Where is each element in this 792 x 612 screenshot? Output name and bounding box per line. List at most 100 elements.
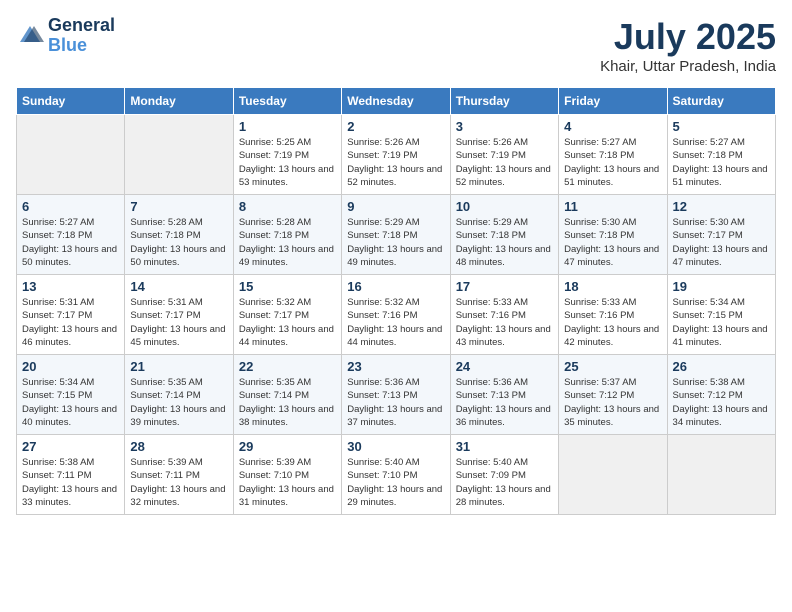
- day-info: Sunrise: 5:38 AMSunset: 7:12 PMDaylight:…: [673, 376, 770, 429]
- logo-line1: General: [48, 16, 115, 36]
- calendar-cell: 24 Sunrise: 5:36 AMSunset: 7:13 PMDayligh…: [450, 355, 558, 435]
- day-info: Sunrise: 5:34 AMSunset: 7:15 PMDaylight:…: [22, 376, 119, 429]
- day-number: 26: [673, 359, 770, 374]
- day-info: Sunrise: 5:35 AMSunset: 7:14 PMDaylight:…: [239, 376, 336, 429]
- calendar-cell: [559, 435, 667, 515]
- day-info: Sunrise: 5:28 AMSunset: 7:18 PMDaylight:…: [130, 216, 227, 269]
- calendar-cell: 23 Sunrise: 5:36 AMSunset: 7:13 PMDayligh…: [342, 355, 450, 435]
- weekday-header: Friday: [559, 88, 667, 115]
- calendar-cell: 2Sunrise: 5:26 AMSunset: 7:19 PMDaylight…: [342, 115, 450, 195]
- calendar-cell: 26 Sunrise: 5:38 AMSunset: 7:12 PMDayligh…: [667, 355, 775, 435]
- calendar-cell: 18 Sunrise: 5:33 AMSunset: 7:16 PMDayligh…: [559, 275, 667, 355]
- calendar-cell: 14 Sunrise: 5:31 AMSunset: 7:17 PMDayligh…: [125, 275, 233, 355]
- calendar-cell: 30 Sunrise: 5:40 AMSunset: 7:10 PMDayligh…: [342, 435, 450, 515]
- month-title: July 2025: [600, 16, 776, 58]
- calendar-cell: 29 Sunrise: 5:39 AMSunset: 7:10 PMDayligh…: [233, 435, 341, 515]
- day-info: Sunrise: 5:40 AMSunset: 7:10 PMDaylight:…: [347, 456, 444, 509]
- calendar-cell: 27 Sunrise: 5:38 AMSunset: 7:11 PMDayligh…: [17, 435, 125, 515]
- calendar-week-row: 13 Sunrise: 5:31 AMSunset: 7:17 PMDayligh…: [17, 275, 776, 355]
- day-number: 14: [130, 279, 227, 294]
- calendar-cell: 4 Sunrise: 5:27 AMSunset: 7:18 PMDaylight…: [559, 115, 667, 195]
- day-info: Sunrise: 5:34 AMSunset: 7:15 PMDaylight:…: [673, 296, 770, 349]
- calendar-cell: 20Sunrise: 5:34 AMSunset: 7:15 PMDayligh…: [17, 355, 125, 435]
- calendar-cell: 1 Sunrise: 5:25 AMSunset: 7:19 PMDaylight…: [233, 115, 341, 195]
- day-info: Sunrise: 5:30 AMSunset: 7:17 PMDaylight:…: [673, 216, 770, 269]
- day-number: 9: [347, 199, 444, 214]
- day-info: Sunrise: 5:33 AMSunset: 7:16 PMDaylight:…: [456, 296, 553, 349]
- day-info: Sunrise: 5:39 AMSunset: 7:11 PMDaylight:…: [130, 456, 227, 509]
- day-info: Sunrise: 5:28 AMSunset: 7:18 PMDaylight:…: [239, 216, 336, 269]
- calendar-cell: 31 Sunrise: 5:40 AMSunset: 7:09 PMDayligh…: [450, 435, 558, 515]
- day-info: Sunrise: 5:29 AMSunset: 7:18 PMDaylight:…: [456, 216, 553, 269]
- day-info: Sunrise: 5:36 AMSunset: 7:13 PMDaylight:…: [456, 376, 553, 429]
- calendar-week-row: 20Sunrise: 5:34 AMSunset: 7:15 PMDayligh…: [17, 355, 776, 435]
- day-info: Sunrise: 5:39 AMSunset: 7:10 PMDaylight:…: [239, 456, 336, 509]
- calendar-cell: 13 Sunrise: 5:31 AMSunset: 7:17 PMDayligh…: [17, 275, 125, 355]
- day-number: 25: [564, 359, 661, 374]
- calendar-table: SundayMondayTuesdayWednesdayThursdayFrid…: [16, 87, 776, 515]
- day-number: 22: [239, 359, 336, 374]
- day-info: Sunrise: 5:33 AMSunset: 7:16 PMDaylight:…: [564, 296, 661, 349]
- calendar-cell: 17 Sunrise: 5:33 AMSunset: 7:16 PMDayligh…: [450, 275, 558, 355]
- day-number: 2: [347, 119, 444, 134]
- weekday-header: Tuesday: [233, 88, 341, 115]
- calendar-cell: 11 Sunrise: 5:30 AMSunset: 7:18 PMDayligh…: [559, 195, 667, 275]
- location: Khair, Uttar Pradesh, India: [600, 58, 776, 75]
- weekday-header-row: SundayMondayTuesdayWednesdayThursdayFrid…: [17, 88, 776, 115]
- weekday-header: Monday: [125, 88, 233, 115]
- calendar-cell: 6Sunrise: 5:27 AMSunset: 7:18 PMDaylight…: [17, 195, 125, 275]
- day-number: 23: [347, 359, 444, 374]
- day-number: 30: [347, 439, 444, 454]
- day-number: 19: [673, 279, 770, 294]
- day-number: 8: [239, 199, 336, 214]
- day-number: 1: [239, 119, 336, 134]
- weekday-header: Wednesday: [342, 88, 450, 115]
- calendar-week-row: 1 Sunrise: 5:25 AMSunset: 7:19 PMDaylight…: [17, 115, 776, 195]
- calendar-cell: 3 Sunrise: 5:26 AMSunset: 7:19 PMDaylight…: [450, 115, 558, 195]
- day-info: Sunrise: 5:40 AMSunset: 7:09 PMDaylight:…: [456, 456, 553, 509]
- weekday-header: Thursday: [450, 88, 558, 115]
- day-info: Sunrise: 5:36 AMSunset: 7:13 PMDaylight:…: [347, 376, 444, 429]
- calendar-cell: [17, 115, 125, 195]
- day-number: 13: [22, 279, 119, 294]
- day-info: Sunrise: 5:31 AMSunset: 7:17 PMDaylight:…: [130, 296, 227, 349]
- logo-line2: Blue: [48, 36, 115, 56]
- day-info: Sunrise: 5:32 AMSunset: 7:17 PMDaylight:…: [239, 296, 336, 349]
- calendar-week-row: 6Sunrise: 5:27 AMSunset: 7:18 PMDaylight…: [17, 195, 776, 275]
- day-info: Sunrise: 5:35 AMSunset: 7:14 PMDaylight:…: [130, 376, 227, 429]
- calendar-cell: [125, 115, 233, 195]
- day-info: Sunrise: 5:31 AMSunset: 7:17 PMDaylight:…: [22, 296, 119, 349]
- day-number: 5: [673, 119, 770, 134]
- day-number: 17: [456, 279, 553, 294]
- calendar-cell: 28 Sunrise: 5:39 AMSunset: 7:11 PMDayligh…: [125, 435, 233, 515]
- day-number: 29: [239, 439, 336, 454]
- day-info: Sunrise: 5:30 AMSunset: 7:18 PMDaylight:…: [564, 216, 661, 269]
- day-info: Sunrise: 5:26 AMSunset: 7:19 PMDaylight:…: [456, 136, 553, 189]
- weekday-header: Sunday: [17, 88, 125, 115]
- day-info: Sunrise: 5:37 AMSunset: 7:12 PMDaylight:…: [564, 376, 661, 429]
- logo-icon: [16, 22, 44, 50]
- day-number: 24: [456, 359, 553, 374]
- day-number: 3: [456, 119, 553, 134]
- calendar-cell: 7 Sunrise: 5:28 AMSunset: 7:18 PMDaylight…: [125, 195, 233, 275]
- day-info: Sunrise: 5:27 AMSunset: 7:18 PMDaylight:…: [22, 216, 119, 269]
- day-info: Sunrise: 5:27 AMSunset: 7:18 PMDaylight:…: [673, 136, 770, 189]
- day-number: 7: [130, 199, 227, 214]
- day-number: 21: [130, 359, 227, 374]
- day-number: 28: [130, 439, 227, 454]
- day-number: 31: [456, 439, 553, 454]
- day-number: 11: [564, 199, 661, 214]
- calendar-cell: 21 Sunrise: 5:35 AMSunset: 7:14 PMDayligh…: [125, 355, 233, 435]
- calendar-cell: 15 Sunrise: 5:32 AMSunset: 7:17 PMDayligh…: [233, 275, 341, 355]
- day-info: Sunrise: 5:27 AMSunset: 7:18 PMDaylight:…: [564, 136, 661, 189]
- day-number: 12: [673, 199, 770, 214]
- weekday-header: Saturday: [667, 88, 775, 115]
- day-number: 4: [564, 119, 661, 134]
- calendar-cell: 22 Sunrise: 5:35 AMSunset: 7:14 PMDayligh…: [233, 355, 341, 435]
- day-number: 15: [239, 279, 336, 294]
- day-number: 18: [564, 279, 661, 294]
- day-info: Sunrise: 5:38 AMSunset: 7:11 PMDaylight:…: [22, 456, 119, 509]
- day-number: 27: [22, 439, 119, 454]
- calendar-cell: 19 Sunrise: 5:34 AMSunset: 7:15 PMDayligh…: [667, 275, 775, 355]
- day-info: Sunrise: 5:25 AMSunset: 7:19 PMDaylight:…: [239, 136, 336, 189]
